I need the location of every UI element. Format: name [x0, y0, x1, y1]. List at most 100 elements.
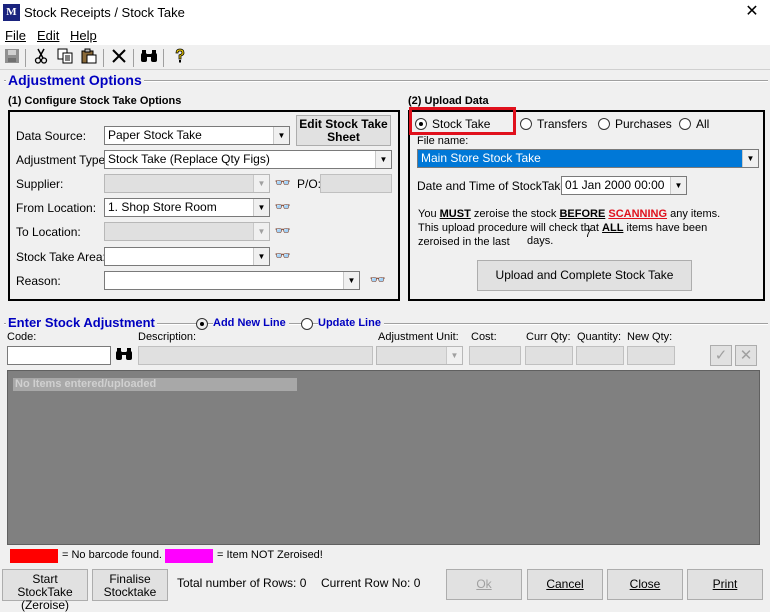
- datetime-label: Date and Time of StockTake:: [417, 179, 571, 193]
- quantity-label: Quantity:: [577, 331, 622, 343]
- menu-bar: [0, 25, 770, 45]
- menu-help[interactable]: Help: [70, 28, 97, 43]
- menu-edit[interactable]: Edit: [37, 28, 59, 43]
- chevron-down-icon: ▼: [375, 151, 391, 168]
- enter-adjustment-title: Enter Stock Adjustment: [6, 315, 157, 330]
- current-row-value: 0: [413, 576, 421, 590]
- to-location-select[interactable]: ▼: [104, 222, 270, 241]
- ok-button[interactable]: Ok: [446, 569, 522, 600]
- cost-input[interactable]: [469, 346, 521, 365]
- from-location-label: From Location:: [16, 201, 97, 215]
- menu-file[interactable]: File: [5, 28, 26, 43]
- curr-qty-label: Curr Qty:: [526, 331, 571, 343]
- supplier-label: Supplier:: [16, 177, 64, 191]
- delete-icon[interactable]: [109, 48, 129, 68]
- stock-take-area-select[interactable]: ▼: [104, 247, 270, 266]
- radio-purchases[interactable]: [598, 118, 610, 130]
- legend-red-swatch: [10, 549, 58, 563]
- file-name-label: File name:: [417, 135, 469, 147]
- empty-grid-message: No Items entered/uploaded: [13, 378, 297, 391]
- window-close-button[interactable]: ✕: [742, 2, 762, 22]
- toolbar-separator: [103, 49, 104, 67]
- chevron-down-icon: ▼: [253, 175, 269, 192]
- adjustment-type-select[interactable]: Stock Take (Replace Qty Figs) ▼: [104, 150, 392, 169]
- chevron-down-icon: ▼: [343, 272, 359, 289]
- reason-label: Reason:: [16, 274, 61, 288]
- radio-all[interactable]: [679, 118, 691, 130]
- print-button[interactable]: Print: [687, 569, 763, 600]
- radio-update-line-label: Update Line: [318, 317, 384, 329]
- start-stocktake-button[interactable]: Start StockTake (Zeroise): [2, 569, 88, 612]
- new-qty-label: New Qty:: [627, 331, 673, 343]
- to-location-label: To Location:: [16, 225, 81, 239]
- reason-lookup-glasses-icon[interactable]: 👓: [368, 270, 388, 290]
- new-qty-input[interactable]: [627, 346, 675, 365]
- chevron-down-icon: ▼: [253, 248, 269, 265]
- radio-add-new-line-label: Add New Line: [213, 317, 289, 329]
- confirm-line-check-icon[interactable]: ✓: [710, 345, 732, 366]
- curr-qty-input[interactable]: [525, 346, 573, 365]
- po-input[interactable]: [320, 174, 392, 193]
- radio-stock-take-label: Stock Take: [432, 117, 491, 131]
- quantity-input[interactable]: [576, 346, 624, 365]
- toolbar-separator: [133, 49, 134, 67]
- radio-stock-take[interactable]: [415, 118, 427, 130]
- configure-heading: (1) Configure Stock Take Options: [8, 95, 182, 107]
- datetime-picker[interactable]: 01 Jan 2000 00:00 ▼: [561, 176, 687, 195]
- supplier-select[interactable]: ▼: [104, 174, 270, 193]
- chevron-down-icon: ▼: [253, 199, 269, 216]
- code-input[interactable]: [7, 346, 111, 365]
- radio-transfers-label: Transfers: [537, 117, 588, 131]
- data-source-label: Data Source:: [16, 129, 87, 143]
- window-title: Stock Receipts / Stock Take: [24, 5, 185, 20]
- to-location-lookup-glasses-icon[interactable]: 👓: [273, 221, 293, 241]
- file-name-select[interactable]: Main Store Stock Take ▼: [417, 149, 759, 168]
- paste-icon[interactable]: [79, 48, 99, 68]
- chevron-down-icon: ▼: [670, 177, 686, 194]
- save-icon[interactable]: [2, 48, 22, 68]
- adjustment-type-label: Adjustment Type:: [16, 153, 109, 167]
- copy-icon[interactable]: [55, 48, 75, 68]
- adjustment-options-title: Adjustment Options: [6, 72, 144, 88]
- reason-select[interactable]: ▼: [104, 271, 360, 290]
- cancel-button[interactable]: Cancel: [527, 569, 603, 600]
- current-row-label: Current Row No: 0: [321, 576, 421, 590]
- upload-complete-button[interactable]: Upload and Complete Stock Take: [477, 260, 692, 291]
- po-label: P/O:: [297, 177, 322, 191]
- supplier-lookup-glasses-icon[interactable]: 👓: [273, 173, 293, 193]
- stock-lines-grid[interactable]: [7, 370, 760, 545]
- toolbar-separator: [163, 49, 164, 67]
- stock-take-area-label: Stock Take Area:: [16, 250, 106, 264]
- data-source-select[interactable]: Paper Stock Take ▼: [104, 126, 290, 145]
- chevron-down-icon: ▼: [253, 223, 269, 240]
- from-location-select[interactable]: 1. Shop Store Room ▼: [104, 198, 270, 217]
- chevron-down-icon: ▼: [742, 150, 758, 167]
- find-icon[interactable]: [139, 48, 159, 68]
- cut-icon[interactable]: [31, 48, 51, 68]
- stock-take-area-lookup-glasses-icon[interactable]: 👓: [273, 246, 293, 266]
- adjustment-unit-label: Adjustment Unit:: [378, 331, 459, 343]
- radio-add-new-line[interactable]: [196, 318, 208, 330]
- toolbar-separator: [25, 49, 26, 67]
- zeroise-days-unit: days.: [527, 235, 554, 247]
- radio-transfers[interactable]: [520, 118, 532, 130]
- edit-stock-take-sheet-button[interactable]: Edit Stock Take Sheet: [296, 115, 391, 146]
- adjustment-unit-select[interactable]: ▼: [376, 346, 463, 365]
- zeroise-days-value: 7: [585, 228, 592, 240]
- help-icon[interactable]: [170, 48, 190, 68]
- code-label: Code:: [7, 331, 37, 343]
- cancel-line-x-icon[interactable]: ✕: [735, 345, 757, 366]
- code-search-icon[interactable]: [114, 346, 134, 366]
- from-location-lookup-glasses-icon[interactable]: 👓: [273, 197, 293, 217]
- description-input[interactable]: [138, 346, 373, 365]
- radio-update-line[interactable]: [301, 318, 313, 330]
- chevron-down-icon: ▼: [446, 347, 462, 364]
- finalise-stocktake-button[interactable]: Finalise Stocktake: [92, 569, 168, 601]
- radio-purchases-label: Purchases: [615, 117, 672, 131]
- total-rows-label: Total number of Rows: 0: [177, 576, 307, 590]
- upload-heading: (2) Upload Data: [408, 95, 489, 107]
- total-rows-value: 0: [299, 576, 307, 590]
- radio-all-label: All: [696, 117, 710, 131]
- legend-magenta-text: = Item NOT Zeroised!: [217, 549, 323, 561]
- close-button[interactable]: Close: [607, 569, 683, 600]
